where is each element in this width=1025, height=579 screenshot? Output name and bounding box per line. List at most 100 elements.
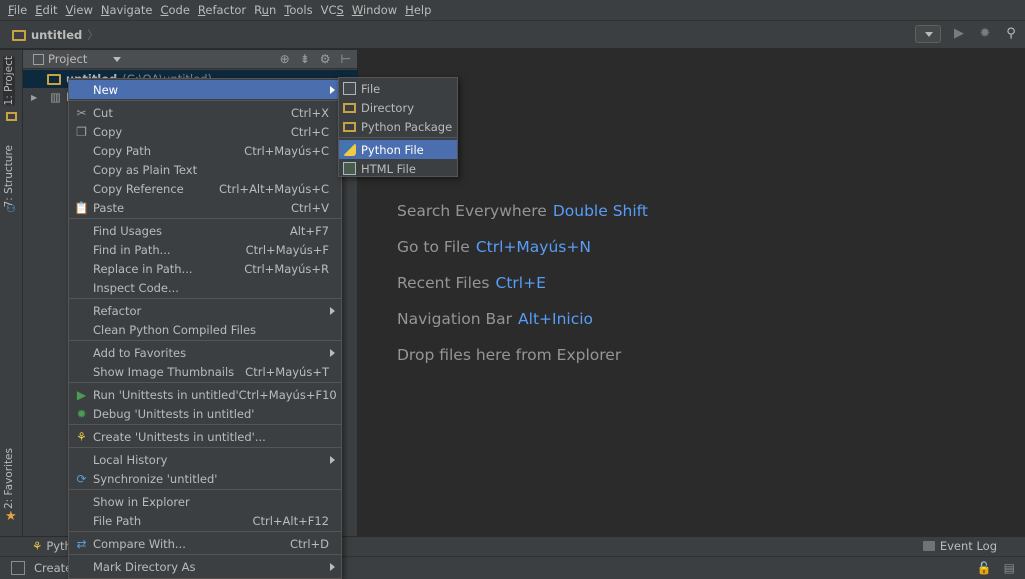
- folder-icon: [343, 103, 356, 113]
- favorites-tab-label: 2: Favorites: [3, 448, 15, 509]
- menu-item-synchronize[interactable]: ⟳ Synchronize 'untitled': [69, 469, 341, 488]
- menu-item-label: Show in Explorer: [93, 494, 190, 509]
- debug-bug-icon: ✹: [76, 406, 87, 421]
- menu-shortcut: Ctrl+D: [290, 536, 329, 551]
- menu-item-compare-with[interactable]: ⇄ Compare With... Ctrl+D: [69, 534, 341, 553]
- menu-item-find-usages[interactable]: Find Usages Alt+F7: [69, 221, 341, 240]
- editor-empty-area: Search Everywhere Double Shift Go to File…: [358, 50, 1025, 536]
- menu-item-copy-plain-text[interactable]: Copy as Plain Text: [69, 160, 341, 179]
- hint-shortcut: Ctrl+E: [495, 274, 546, 292]
- menu-item-label: Run 'Unittests in untitled': [93, 387, 239, 402]
- debug-icon[interactable]: ✹: [977, 26, 993, 42]
- submenu-item-directory[interactable]: Directory: [339, 98, 457, 117]
- event-log-tab[interactable]: Event Log: [922, 539, 997, 553]
- database-icon[interactable]: ▤: [1004, 561, 1015, 575]
- menu-shortcut: Ctrl+Mayús+F10: [238, 387, 337, 402]
- menu-item-label: Copy Reference: [93, 181, 184, 196]
- menu-item-mark-directory-as[interactable]: Mark Directory As: [69, 557, 341, 576]
- submenu-item-python-file[interactable]: Python File: [339, 140, 457, 159]
- menu-view[interactable]: View: [62, 0, 97, 21]
- menu-shortcut: Ctrl+V: [291, 200, 329, 215]
- project-tool-tab[interactable]: 1: Project: [3, 56, 15, 106]
- menu-item-find-in-path[interactable]: Find in Path... Ctrl+Mayús+F: [69, 240, 341, 259]
- hint-drop-files: Drop files here from Explorer: [397, 346, 621, 364]
- hint-go-to-file: Go to File Ctrl+Mayús+N: [397, 238, 591, 256]
- menu-item-file-path[interactable]: File Path Ctrl+Alt+F12: [69, 511, 341, 530]
- structure-tool-tab[interactable]: 7: Structure: [3, 145, 15, 207]
- run-icon[interactable]: ▶: [951, 26, 967, 42]
- menu-vcs[interactable]: VCS: [317, 0, 348, 21]
- sync-icon: ⟳: [76, 471, 87, 486]
- tool-windows-toggle-icon[interactable]: [11, 561, 25, 575]
- submenu-item-python-package[interactable]: Python Package: [339, 117, 457, 136]
- menu-separator: [339, 137, 457, 138]
- menu-item-label: Show Image Thumbnails: [93, 364, 235, 379]
- breadcrumb-project[interactable]: untitled: [31, 28, 82, 42]
- menu-item-create-unittests[interactable]: ⚘ Create 'Unittests in untitled'...: [69, 427, 341, 446]
- submenu-item-label: HTML File: [361, 161, 416, 176]
- menu-item-show-in-explorer[interactable]: Show in Explorer: [69, 492, 341, 511]
- menu-tools[interactable]: Tools: [280, 0, 316, 21]
- submenu-item-file[interactable]: File: [339, 79, 457, 98]
- structure-tab-label: 7: Structure: [3, 145, 15, 208]
- breadcrumb[interactable]: untitled 〉: [12, 27, 99, 43]
- menu-code[interactable]: Code: [156, 0, 193, 21]
- run-configuration-dropdown[interactable]: [915, 25, 941, 43]
- menu-item-label: Refactor: [93, 303, 142, 318]
- menu-navigate[interactable]: Navigate: [97, 0, 157, 21]
- menu-item-label: Cut: [93, 105, 113, 120]
- search-icon[interactable]: ⚲: [1003, 26, 1019, 42]
- submenu-item-label: File: [361, 81, 381, 96]
- menu-item-copy-path[interactable]: Copy Path Ctrl+Mayús+C: [69, 141, 341, 160]
- menu-help[interactable]: Help: [401, 0, 435, 21]
- hide-panel-icon[interactable]: ⊢: [341, 52, 351, 66]
- project-tab-label: 1: Project: [3, 56, 15, 106]
- locate-icon[interactable]: ⊕: [280, 52, 290, 66]
- menu-item-label: File Path: [93, 513, 142, 528]
- python-console-tab[interactable]: ⚘ Pyth: [32, 539, 72, 553]
- menu-edit[interactable]: Edit: [31, 0, 61, 21]
- chevron-down-icon[interactable]: [113, 56, 122, 62]
- submenu-item-html-file[interactable]: HTML File: [339, 159, 457, 178]
- menu-item-clean-python-compiled[interactable]: Clean Python Compiled Files: [69, 320, 341, 339]
- menu-item-debug-unittests[interactable]: ✹ Debug 'Unittests in untitled': [69, 404, 341, 423]
- lock-icon[interactable]: 🔓: [977, 561, 992, 575]
- submenu-arrow-icon: [330, 348, 335, 357]
- submenu-arrow-icon: [330, 562, 335, 571]
- menu-item-paste[interactable]: 📋 Paste Ctrl+V: [69, 198, 341, 217]
- favorites-tool-tab[interactable]: 2: Favorites: [3, 448, 15, 509]
- tree-row-external-libraries[interactable]: ▶ ▥ E: [31, 88, 73, 106]
- menu-run[interactable]: Run: [250, 0, 280, 21]
- expand-arrow-icon[interactable]: ▶: [31, 93, 37, 102]
- menu-item-copy[interactable]: ❐ Copy Ctrl+C: [69, 122, 341, 141]
- event-log-icon: [922, 541, 935, 551]
- run-icon: ▶: [76, 387, 87, 402]
- project-folder-icon: [6, 112, 17, 121]
- menu-item-show-image-thumbnails[interactable]: Show Image Thumbnails Ctrl+Mayús+T: [69, 362, 341, 381]
- menu-item-inspect-code[interactable]: Inspect Code...: [69, 278, 341, 297]
- project-panel-header[interactable]: Project ⊕ ⇟ ⚙ ⊢: [23, 50, 357, 69]
- menu-item-label: Find Usages: [93, 223, 163, 238]
- menu-separator: [69, 218, 341, 219]
- menu-window[interactable]: Window: [348, 0, 401, 21]
- menu-refactor[interactable]: Refactor: [194, 0, 250, 21]
- menu-item-new[interactable]: New: [69, 80, 341, 99]
- menu-item-cut[interactable]: ✂ Cut Ctrl+X: [69, 103, 341, 122]
- menu-item-replace-in-path[interactable]: Replace in Path... Ctrl+Mayús+R: [69, 259, 341, 278]
- menu-item-add-to-favorites[interactable]: Add to Favorites: [69, 343, 341, 362]
- menu-shortcut: Ctrl+X: [291, 105, 329, 120]
- menu-item-local-history[interactable]: Local History: [69, 450, 341, 469]
- menu-item-refactor[interactable]: Refactor: [69, 301, 341, 320]
- collapse-all-icon[interactable]: ⇟: [300, 52, 310, 66]
- hint-shortcut: Ctrl+Mayús+N: [475, 238, 591, 256]
- menu-item-label: Clean Python Compiled Files: [93, 322, 257, 337]
- new-submenu: File Directory Python Package Python Fil…: [338, 77, 458, 177]
- menu-item-run-unittests[interactable]: ▶ Run 'Unittests in untitled' Ctrl+Mayús+…: [69, 385, 341, 404]
- settings-icon[interactable]: ⚙: [320, 52, 331, 66]
- navigation-bar: untitled 〉 ▶ ✹ ⚲: [0, 21, 1025, 49]
- project-view-label[interactable]: Project: [48, 52, 87, 66]
- folder-icon: [12, 29, 26, 41]
- menu-file[interactable]: File: [4, 0, 31, 21]
- menu-separator: [69, 100, 341, 101]
- menu-item-copy-reference[interactable]: Copy Reference Ctrl+Alt+Mayús+C: [69, 179, 341, 198]
